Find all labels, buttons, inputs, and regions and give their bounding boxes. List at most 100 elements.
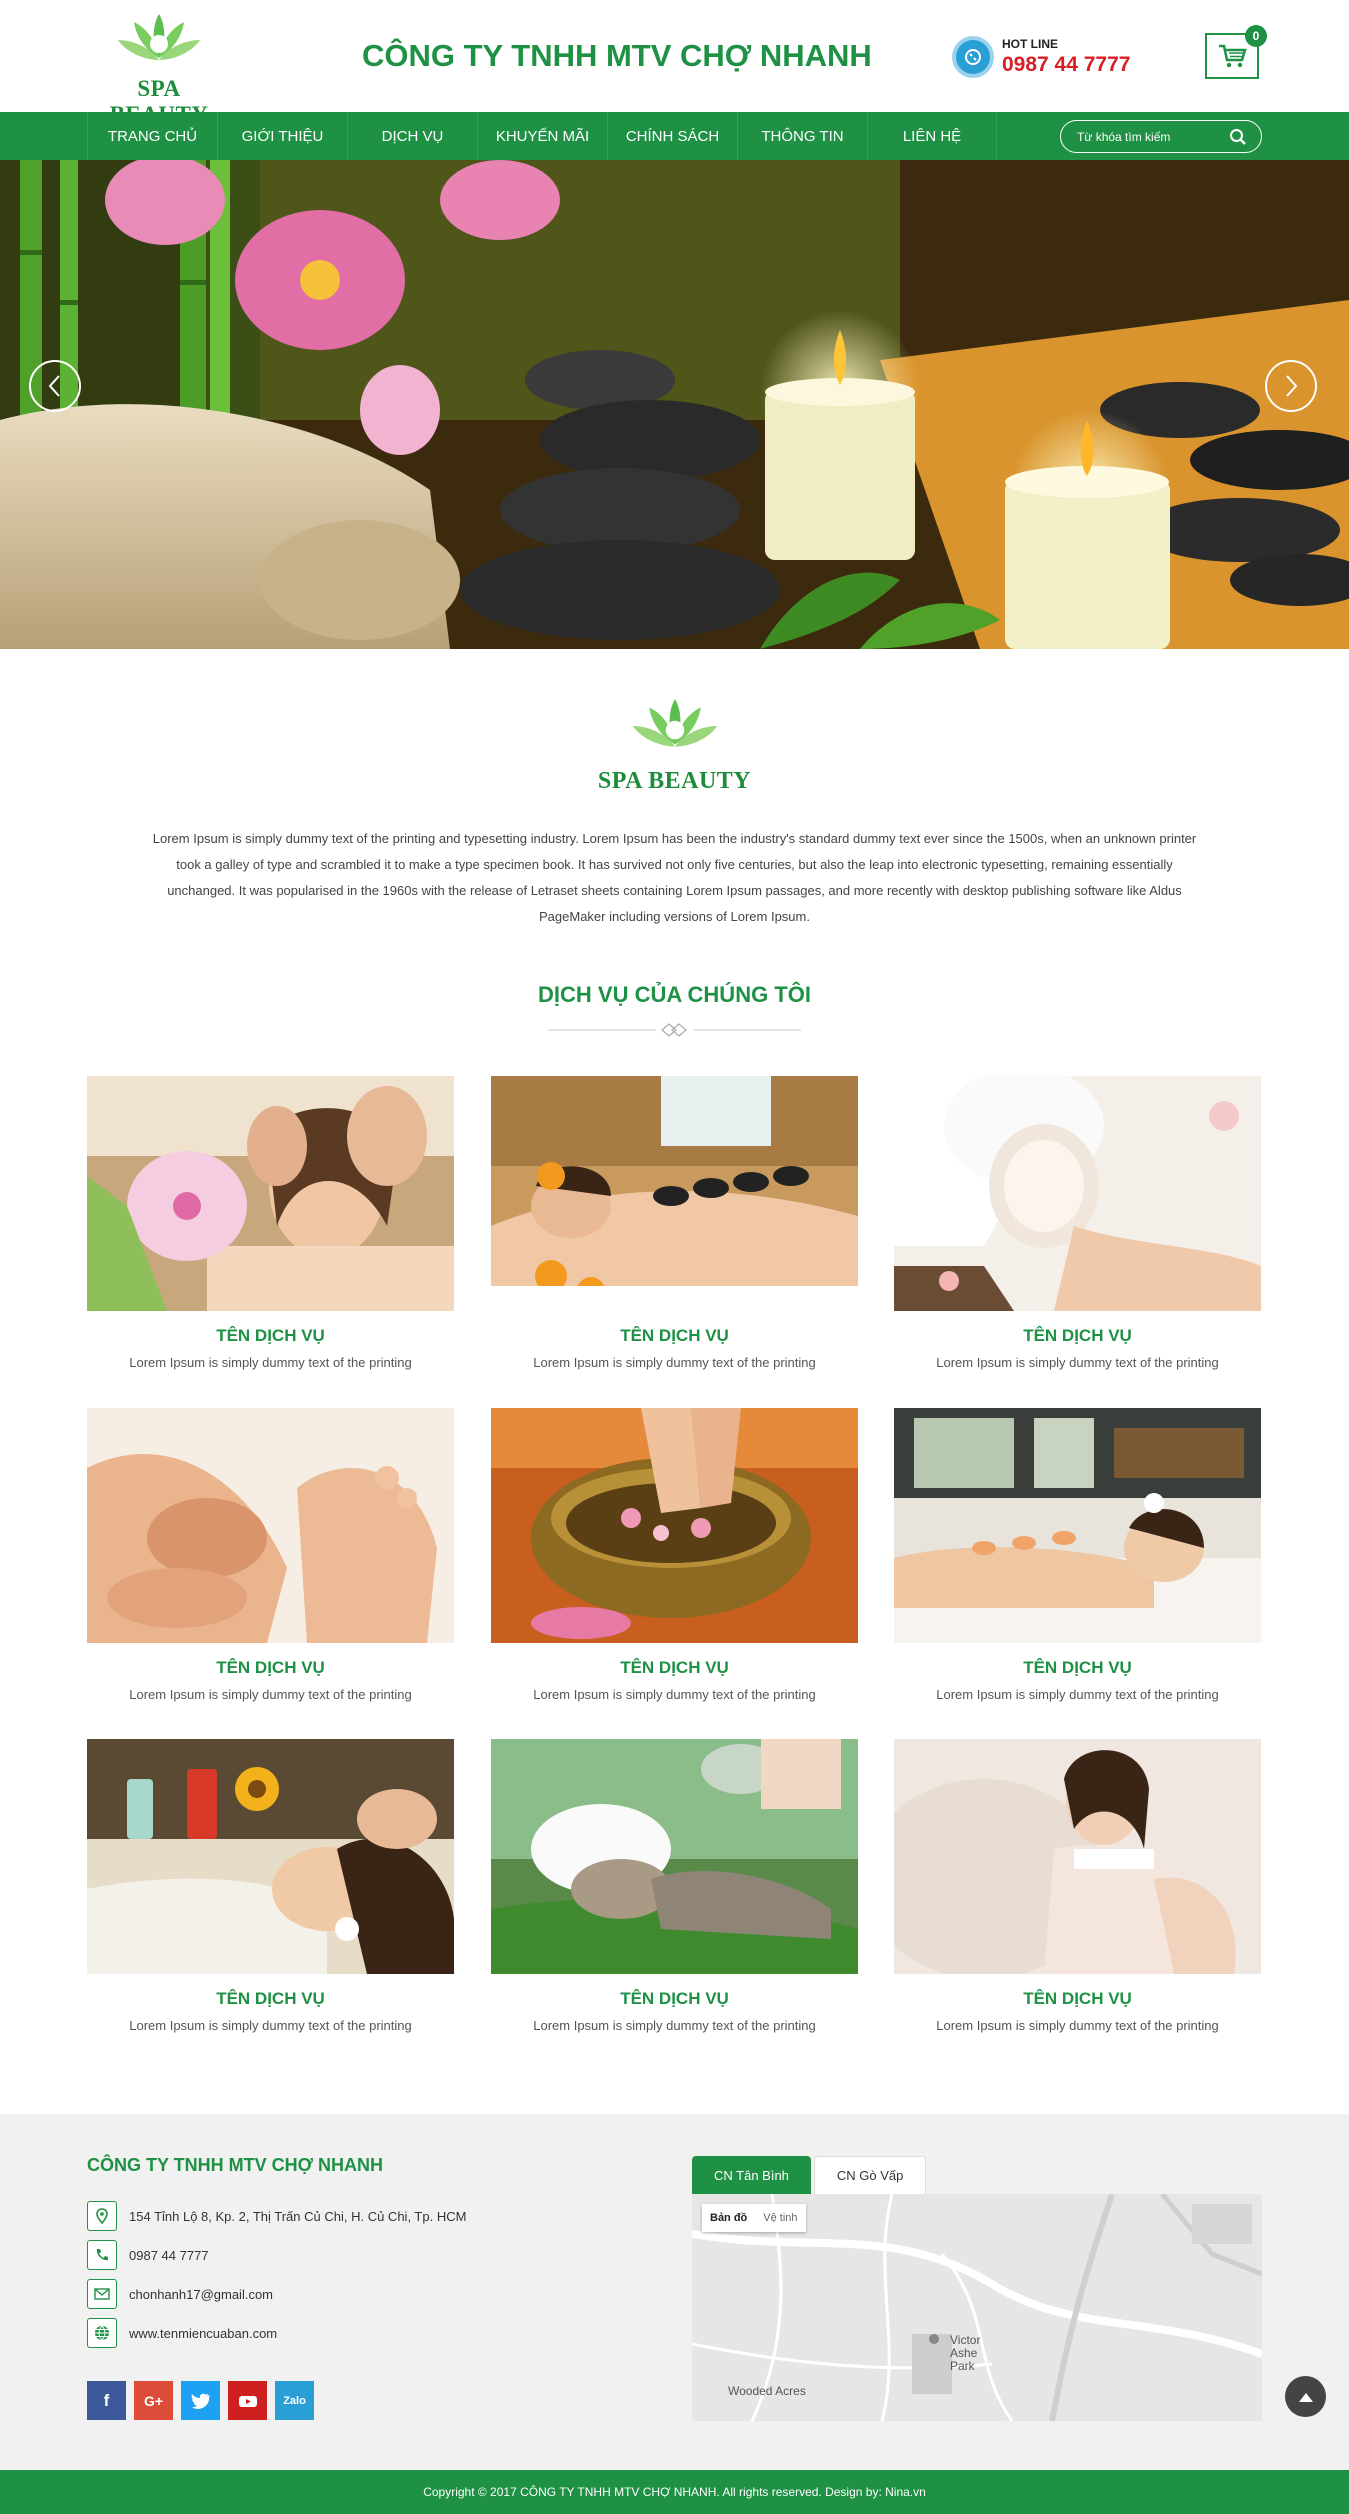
map-park-label: Victor Ashe Park (950, 2333, 981, 2373)
service-card[interactable]: TÊN DỊCH VỤ Lorem Ipsum is simply dummy … (87, 1739, 454, 2033)
youtube-icon[interactable] (228, 2381, 267, 2420)
phone-icon (87, 2240, 117, 2270)
service-name[interactable]: TÊN DỊCH VỤ (87, 1989, 454, 2009)
service-name[interactable]: TÊN DỊCH VỤ (894, 1658, 1261, 1678)
nav-item-services[interactable]: DỊCH VỤ (347, 112, 477, 160)
service-image-head-massage[interactable] (87, 1739, 454, 1974)
nav-item-news[interactable]: THÔNG TIN (737, 112, 867, 160)
intro-logo-text: SPA BEAUTY (597, 768, 752, 794)
service-name[interactable]: TÊN DỊCH VỤ (87, 1326, 454, 1346)
search-icon[interactable] (1229, 128, 1247, 151)
service-image-mud-therapy[interactable] (491, 1739, 858, 1974)
service-image-back-treatment[interactable] (894, 1408, 1261, 1643)
slider-next-button[interactable] (1265, 360, 1317, 412)
service-card[interactable]: TÊN DỊCH VỤ Lorem Ipsum is simply dummy … (491, 1076, 858, 1370)
service-card[interactable]: TÊN DỊCH VỤ Lorem Ipsum is simply dummy … (87, 1408, 454, 1702)
branch-map[interactable]: Victor Ashe Park Wooded Acres Bản đồ Vệ … (692, 2194, 1262, 2421)
tab-go-vap[interactable]: CN Gò Vấp (813, 2156, 927, 2194)
nav-item-home[interactable]: TRANG CHỦ (87, 112, 217, 160)
service-image-face-massage[interactable] (87, 1076, 454, 1311)
back-to-top-button[interactable] (1285, 2376, 1326, 2417)
website-text: www.tenmiencuaban.com (129, 2325, 278, 2341)
hotline-label: HOT LINE (1002, 37, 1058, 51)
satellite-view-button[interactable]: Vệ tinh (755, 2204, 805, 2232)
service-card[interactable]: TÊN DỊCH VỤ Lorem Ipsum is simply dummy … (87, 1076, 454, 1370)
google-plus-icon[interactable]: G+ (134, 2381, 173, 2420)
copyright-bar: Copyright © 2017 CÔNG TY TNHH MTV CHỢ NH… (0, 2470, 1349, 2514)
hotline[interactable]: HOT LINE 0987 44 7777 (952, 36, 1130, 78)
nav-menu: TRANG CHỦ GIỚI THIỆU DỊCH VỤ KHUYẾN MÃI … (87, 112, 997, 160)
nav-item-contact[interactable]: LIÊN HỆ (867, 112, 997, 160)
slider-prev-button[interactable] (29, 360, 81, 412)
map-type-control: Bản đồ Vệ tinh (702, 2204, 806, 2232)
service-name[interactable]: TÊN DỊCH VỤ (491, 1658, 858, 1678)
footer-address: 154 Tỉnh Lộ 8, Kp. 2, Thị Trấn Củ Chi, H… (87, 2201, 466, 2231)
search-box (1060, 120, 1262, 153)
service-desc: Lorem Ipsum is simply dummy text of the … (936, 1355, 1219, 1370)
service-card[interactable]: TÊN DỊCH VỤ Lorem Ipsum is simply dummy … (491, 1408, 858, 1702)
main-nav: TRANG CHỦ GIỚI THIỆU DỊCH VỤ KHUYẾN MÃI … (0, 112, 1349, 160)
service-name[interactable]: TÊN DỊCH VỤ (87, 1658, 454, 1678)
nav-item-policy[interactable]: CHÍNH SÁCH (607, 112, 737, 160)
service-name[interactable]: TÊN DỊCH VỤ (491, 1989, 858, 2009)
service-desc: Lorem Ipsum is simply dummy text of the … (936, 1687, 1219, 1702)
service-name[interactable]: TÊN DỊCH VỤ (894, 1326, 1261, 1346)
cart-icon (1219, 44, 1247, 68)
twitter-icon[interactable] (181, 2381, 220, 2420)
service-name[interactable]: TÊN DỊCH VỤ (491, 1326, 858, 1346)
intro-paragraph: Lorem Ipsum is simply dummy text of the … (152, 831, 1197, 924)
hero-slider[interactable] (0, 160, 1349, 649)
service-image-foot-massage[interactable] (87, 1408, 454, 1643)
cart-count-badge: 0 (1245, 25, 1267, 47)
service-desc: Lorem Ipsum is simply dummy text of the … (129, 1687, 412, 1702)
service-card[interactable]: TÊN DỊCH VỤ Lorem Ipsum is simply dummy … (894, 1739, 1261, 2033)
phone-icon (952, 36, 994, 78)
map-view-button[interactable]: Bản đồ (702, 2204, 755, 2232)
chevron-right-icon (1286, 375, 1298, 397)
service-card[interactable]: TÊN DỊCH VỤ Lorem Ipsum is simply dummy … (894, 1076, 1261, 1370)
address-text: 154 Tỉnh Lộ 8, Kp. 2, Thị Trấn Củ Chi, H… (129, 2208, 467, 2224)
nav-item-about[interactable]: GIỚI THIỆU (217, 112, 347, 160)
footer-phone[interactable]: 0987 44 7777 (87, 2240, 209, 2270)
title-divider (548, 1023, 801, 1037)
phone-text: 0987 44 7777 (129, 2247, 209, 2263)
header: SPA BEAUTY CÔNG TY TNHH MTV CHỢ NHANH HO… (0, 0, 1349, 127)
globe-icon (87, 2318, 117, 2348)
hero-image (0, 160, 1349, 649)
tab-tan-binh[interactable]: CN Tân Bình (692, 2156, 811, 2194)
footer-website[interactable]: www.tenmiencuaban.com (87, 2318, 277, 2348)
hotline-number: 0987 44 7777 (1002, 53, 1131, 76)
copyright-text: Copyright © 2017 CÔNG TY TNHH MTV CHỢ NH… (423, 2485, 926, 2499)
service-desc: Lorem Ipsum is simply dummy text of the … (533, 2018, 816, 2033)
service-image-body-care[interactable] (894, 1739, 1261, 1974)
nav-item-promotions[interactable]: KHUYẾN MÃI (477, 112, 607, 160)
service-image-foot-bath[interactable] (491, 1408, 858, 1643)
envelope-icon (87, 2279, 117, 2309)
footer: CÔNG TY TNHH MTV CHỢ NHANH 154 Tỉnh Lộ 8… (0, 2114, 1349, 2470)
email-text: chonhanh17@gmail.com (129, 2286, 274, 2302)
cart-button[interactable]: 0 (1205, 25, 1267, 79)
lotus-icon (118, 14, 200, 68)
service-card[interactable]: TÊN DỊCH VỤ Lorem Ipsum is simply dummy … (894, 1408, 1261, 1702)
social-links: f G+ Zalo (87, 2381, 322, 2420)
service-card[interactable]: TÊN DỊCH VỤ Lorem Ipsum is simply dummy … (491, 1739, 858, 2033)
facebook-icon[interactable]: f (87, 2381, 126, 2420)
service-image-facial-mask[interactable] (894, 1076, 1261, 1311)
service-desc: Lorem Ipsum is simply dummy text of the … (936, 2018, 1219, 2033)
company-name: CÔNG TY TNHH MTV CHỢ NHANH (362, 38, 872, 73)
chevron-left-icon (48, 375, 60, 397)
intro-logo: SPA BEAUTY (596, 693, 753, 795)
service-image-hot-stone[interactable] (491, 1076, 858, 1311)
service-desc: Lorem Ipsum is simply dummy text of the … (533, 1355, 816, 1370)
search-input[interactable] (1077, 129, 1227, 144)
chevron-up-icon (1298, 2392, 1313, 2402)
footer-email[interactable]: chonhanh17@gmail.com (87, 2279, 273, 2309)
map-area-label: Wooded Acres (728, 2384, 806, 2398)
service-desc: Lorem Ipsum is simply dummy text of the … (129, 2018, 412, 2033)
site-logo[interactable]: SPA BEAUTY (88, 8, 230, 127)
lotus-icon (632, 699, 717, 755)
zalo-icon[interactable]: Zalo (275, 2381, 314, 2420)
branch-tabs: CN Tân Bình CN Gò Vấp (692, 2156, 927, 2194)
service-name[interactable]: TÊN DỊCH VỤ (894, 1989, 1261, 2009)
map-marker-icon (87, 2201, 117, 2231)
